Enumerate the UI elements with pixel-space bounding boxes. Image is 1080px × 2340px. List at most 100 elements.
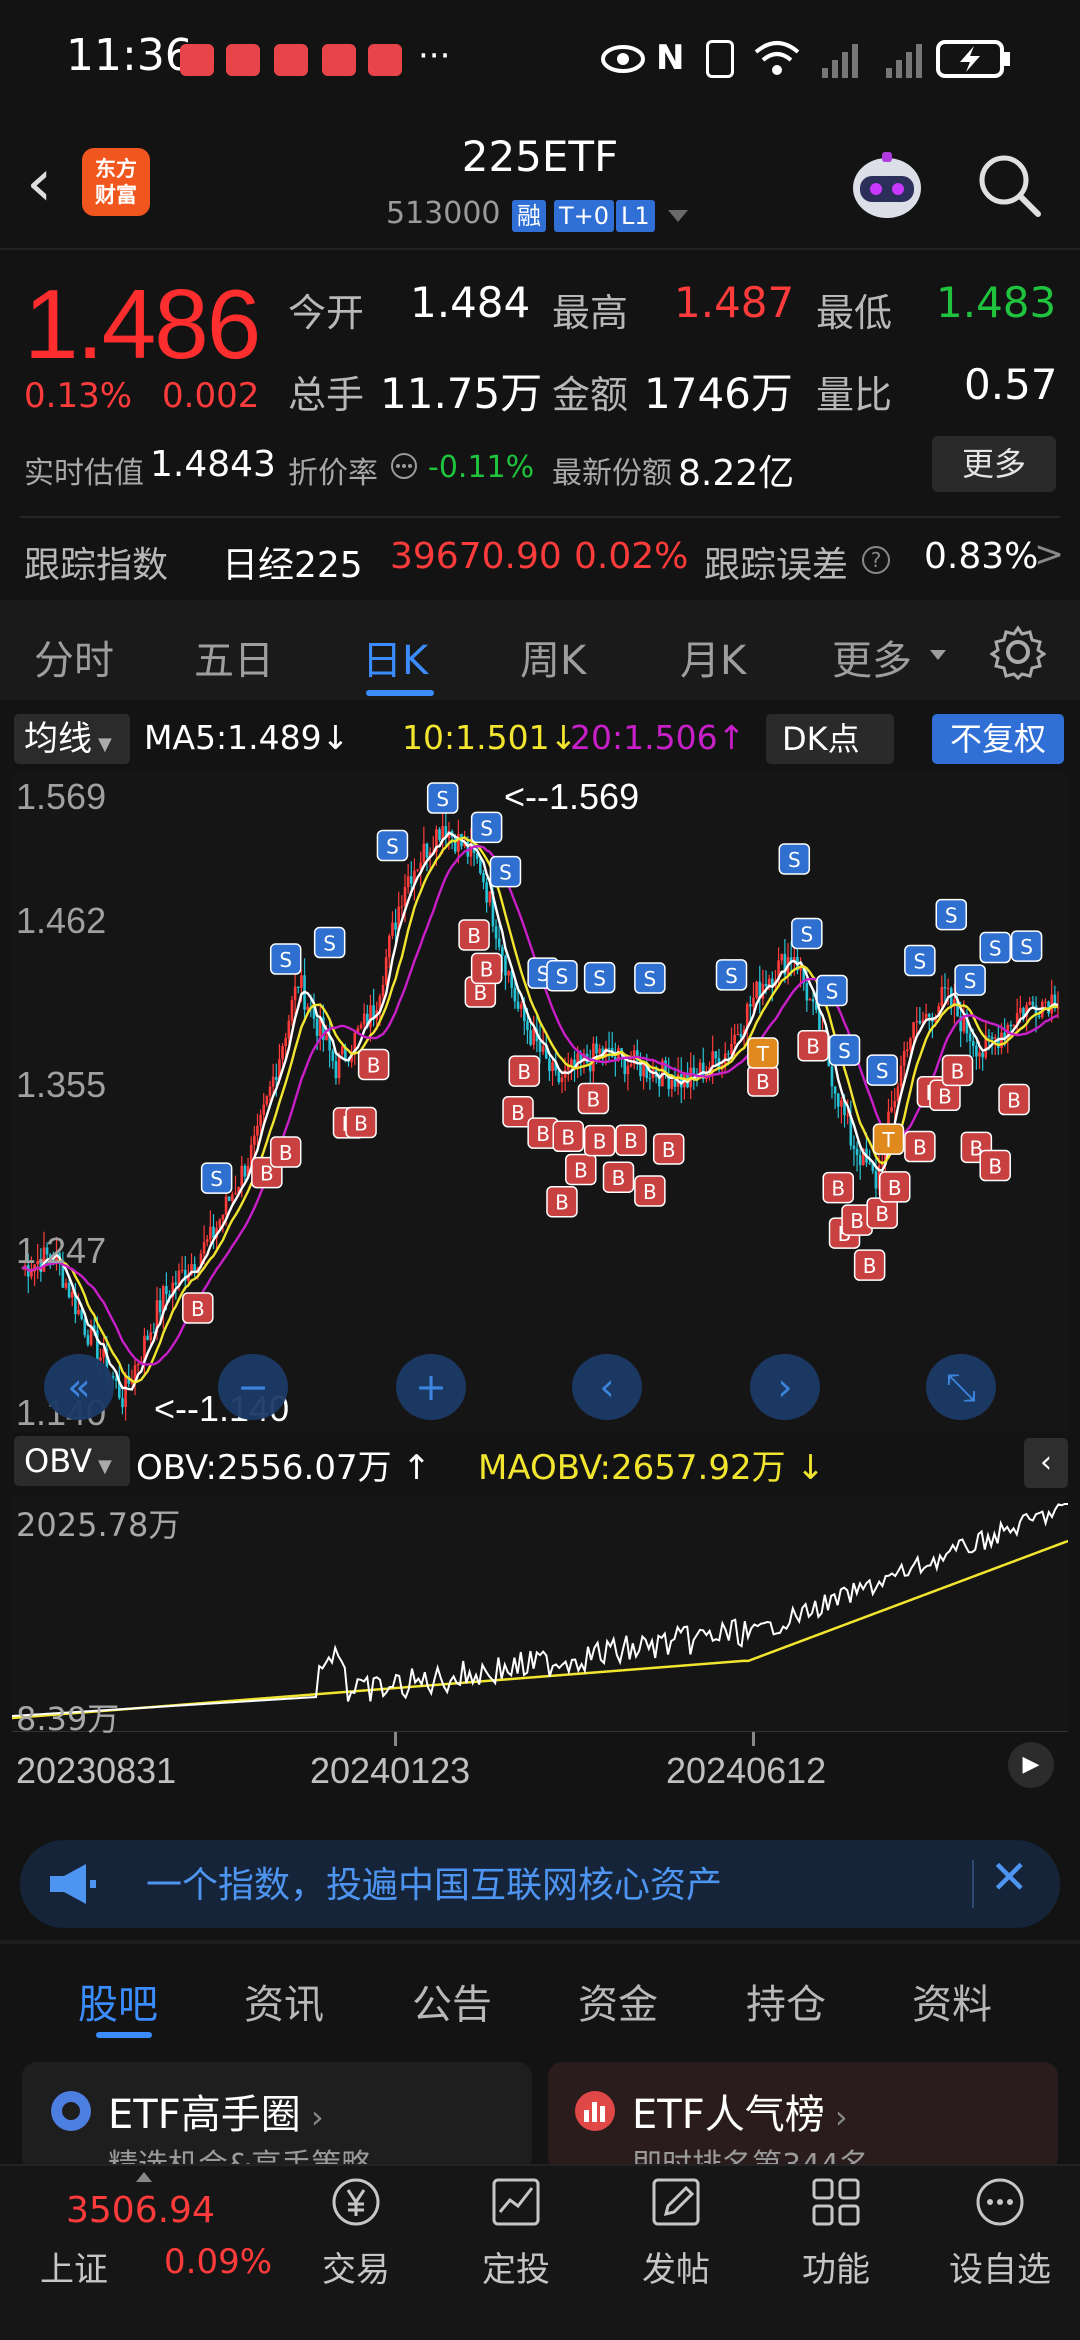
sell-marker[interactable]: S: [791, 917, 823, 950]
no-adjust-button[interactable]: 不复权: [932, 714, 1064, 764]
tab-intraday[interactable]: 分时: [34, 628, 114, 686]
banner-text[interactable]: 一个指数，投遍中国互联网核心资产: [146, 1856, 722, 1908]
market-index-value[interactable]: 3506.94: [66, 2190, 215, 2231]
buy-marker[interactable]: B: [904, 1130, 936, 1163]
tab-daily-k[interactable]: 日K: [362, 628, 428, 686]
gear-icon[interactable]: [990, 624, 1046, 680]
svg-text:B: B: [913, 1136, 927, 1160]
indicator-selector[interactable]: 均线 ▼: [14, 714, 130, 764]
buy-marker[interactable]: B: [747, 1065, 779, 1097]
buy-marker[interactable]: B: [979, 1149, 1011, 1182]
t-marker[interactable]: T: [872, 1123, 905, 1155]
buy-marker[interactable]: B: [546, 1185, 578, 1218]
tab-funds[interactable]: 资金: [578, 1972, 658, 2030]
nav-invest-plan[interactable]: 定投: [456, 2172, 576, 2291]
sell-marker[interactable]: S: [634, 962, 666, 994]
tab-more[interactable]: 更多: [832, 628, 912, 686]
close-icon[interactable]: ✕: [990, 1850, 1029, 1904]
tab-holdings[interactable]: 持仓: [746, 1972, 826, 2030]
buy-marker[interactable]: B: [182, 1292, 214, 1324]
chevron-up-icon[interactable]: [136, 2172, 152, 2182]
sell-marker[interactable]: S: [583, 961, 616, 994]
buy-marker[interactable]: B: [357, 1048, 390, 1081]
nav-trade[interactable]: 交易: [296, 2172, 416, 2291]
sell-marker[interactable]: S: [904, 944, 936, 977]
nav-add-watchlist[interactable]: 设自选: [940, 2172, 1060, 2291]
obv-selector[interactable]: OBV ▼: [14, 1436, 130, 1486]
tab-profile[interactable]: 资料: [912, 1972, 992, 2030]
sell-marker[interactable]: S: [376, 829, 409, 862]
chevron-right-icon[interactable]: >: [1034, 534, 1064, 575]
sell-marker[interactable]: S: [866, 1054, 898, 1086]
buy-marker[interactable]: B: [634, 1175, 666, 1207]
buy-marker[interactable]: B: [345, 1106, 377, 1139]
sell-marker[interactable]: S: [979, 931, 1011, 964]
buy-marker[interactable]: B: [583, 1124, 616, 1157]
buy-marker[interactable]: B: [565, 1153, 597, 1186]
buy-marker[interactable]: B: [998, 1083, 1030, 1116]
sell-marker[interactable]: S: [546, 959, 578, 992]
tab-five-day[interactable]: 五日: [194, 628, 274, 686]
amount-value: 1746万: [644, 369, 793, 418]
buy-marker[interactable]: B: [508, 1055, 541, 1087]
candle-body: [202, 1242, 206, 1254]
buy-marker[interactable]: B: [552, 1120, 585, 1153]
sell-marker[interactable]: S: [816, 974, 848, 1007]
chevron-down-icon[interactable]: [930, 650, 946, 660]
buy-marker[interactable]: B: [822, 1171, 854, 1204]
sell-marker[interactable]: S: [269, 943, 302, 975]
sell-marker[interactable]: S: [1010, 930, 1043, 962]
scroll-right-button[interactable]: ›: [750, 1354, 820, 1420]
zoom-out-button[interactable]: −: [218, 1354, 288, 1420]
svg-text:?: ?: [871, 548, 882, 572]
dk-point-button[interactable]: DK点: [766, 714, 894, 764]
market-index-name[interactable]: 上证: [40, 2242, 108, 2291]
sell-marker[interactable]: S: [313, 926, 346, 959]
obv-bottom-label: 8.39万: [16, 1700, 120, 1738]
buy-marker[interactable]: B: [797, 1029, 829, 1062]
buy-marker[interactable]: B: [879, 1171, 911, 1203]
buy-marker[interactable]: B: [269, 1136, 302, 1168]
zoom-in-button[interactable]: +: [396, 1354, 466, 1420]
sell-marker[interactable]: S: [470, 811, 503, 844]
more-button[interactable]: 更多: [932, 436, 1056, 492]
info-icon[interactable]: [390, 452, 418, 480]
buy-marker[interactable]: B: [458, 919, 490, 951]
nav-functions[interactable]: 功能: [776, 2172, 896, 2291]
sell-marker[interactable]: S: [828, 1034, 861, 1066]
tab-forum[interactable]: 股吧: [78, 1972, 158, 2030]
tab-news[interactable]: 资讯: [244, 1972, 324, 2030]
chevron-down-icon[interactable]: [668, 210, 688, 222]
sell-marker[interactable]: S: [954, 964, 986, 996]
buy-marker[interactable]: B: [470, 952, 503, 985]
buy-marker[interactable]: B: [602, 1161, 635, 1193]
buy-marker[interactable]: B: [615, 1124, 647, 1156]
sell-marker[interactable]: S: [715, 959, 748, 991]
candle-body: [598, 1048, 601, 1054]
collapse-button[interactable]: ‹: [1024, 1438, 1068, 1488]
sell-marker[interactable]: S: [426, 782, 459, 814]
sell-marker[interactable]: S: [935, 898, 968, 931]
tracking-index-name[interactable]: 日经225: [222, 536, 363, 588]
help-icon[interactable]: ?: [860, 544, 892, 576]
buy-marker[interactable]: B: [941, 1054, 974, 1087]
fullscreen-button[interactable]: ⤡: [926, 1354, 996, 1420]
nav-post[interactable]: 发帖: [616, 2172, 736, 2291]
tab-monthly-k[interactable]: 月K: [680, 628, 746, 686]
tab-weekly-k[interactable]: 周K: [520, 628, 586, 686]
scroll-left-button[interactable]: ‹: [572, 1354, 642, 1420]
t-marker[interactable]: T: [747, 1037, 779, 1069]
buy-marker[interactable]: B: [652, 1133, 685, 1165]
market-index-pct[interactable]: 0.09%: [164, 2242, 272, 2282]
buy-marker[interactable]: B: [853, 1249, 886, 1281]
candlestick-chart[interactable]: BBBBBBBBBBBBBBBBBBBBBBBBBBBBBBBBBBBBSSSS…: [12, 772, 1068, 1432]
tab-announcements[interactable]: 公告: [412, 1972, 492, 2030]
search-icon[interactable]: [974, 150, 1044, 220]
sell-marker[interactable]: S: [778, 843, 811, 875]
play-icon[interactable]: ▶: [1008, 1742, 1054, 1788]
sell-marker[interactable]: S: [200, 1162, 233, 1194]
scroll-left-fast-button[interactable]: «: [44, 1354, 114, 1420]
robot-assistant-icon[interactable]: [846, 146, 928, 224]
sell-marker[interactable]: S: [489, 855, 522, 888]
buy-marker[interactable]: B: [577, 1082, 610, 1115]
